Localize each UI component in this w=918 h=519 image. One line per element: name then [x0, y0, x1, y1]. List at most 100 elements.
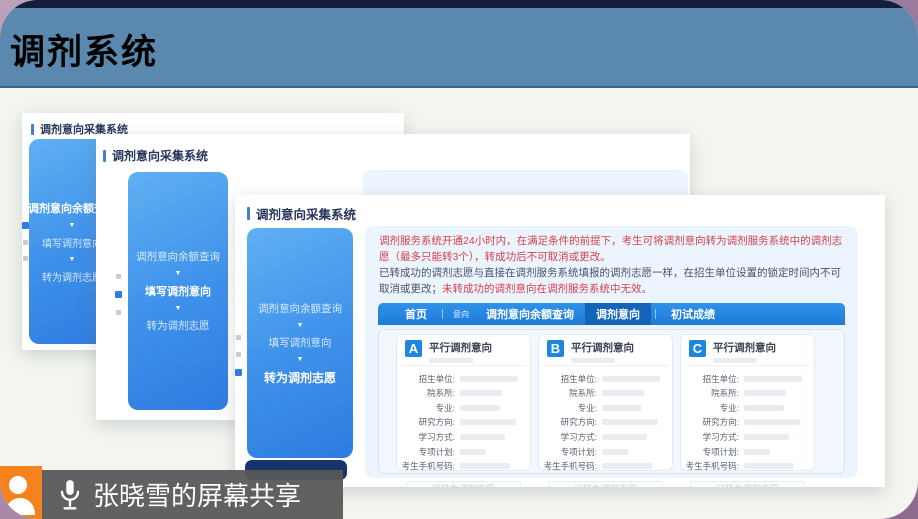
nav-item-adjust-intention[interactable]: 调剂意向	[585, 303, 651, 325]
chevron-down-icon: ▼	[297, 322, 304, 329]
screen-share-banner[interactable]: 张晓雪的屏幕共享	[42, 470, 343, 519]
carousel-dots	[115, 274, 122, 315]
field-label: 考生手机号码:	[397, 460, 455, 472]
sidebar-step-balance-query[interactable]: 调剂意向余额查询	[136, 249, 220, 264]
field-label: 专业:	[681, 402, 739, 414]
shared-screen-slide: 调剂系统 调剂意向采集系统 调剂意向余额查询 ▼ 填写调剂意向 ▼ 转为调剂志愿	[0, 0, 918, 519]
carousel-dot[interactable]	[116, 274, 121, 279]
carousel-dot[interactable]	[236, 335, 241, 340]
main-nav: 首页 意向 调剂意向余额查询 调剂意向 初试成绩	[378, 303, 845, 325]
carousel-dot[interactable]	[116, 310, 121, 315]
field-label: 研究方向:	[397, 416, 455, 428]
carousel-dot[interactable]	[235, 369, 242, 376]
field-value-placeholder	[744, 449, 770, 455]
field-label: 专项计划:	[539, 446, 597, 458]
presenter-avatar[interactable]	[0, 466, 42, 519]
card-letter-badge: A	[405, 340, 422, 357]
field-value-placeholder	[460, 419, 516, 425]
field-label: 专项计划:	[681, 446, 739, 458]
carousel-dot[interactable]	[23, 256, 28, 261]
sidebar-step-convert[interactable]: 转为调剂志愿	[264, 369, 336, 386]
panel-title: 调剂意向采集系统	[247, 204, 885, 223]
nav-divider	[655, 309, 656, 319]
field-value-placeholder	[460, 463, 510, 469]
sidebar-step-fill-intention[interactable]: 填写调剂意向	[42, 235, 102, 250]
sidebar-step-convert[interactable]: 转为调剂志愿	[42, 269, 102, 284]
transferred-button[interactable]: 已转为调剂志愿	[690, 481, 805, 487]
field-label: 专项计划:	[397, 446, 455, 458]
field-label: 专业:	[539, 402, 597, 414]
field-value-placeholder	[460, 405, 500, 411]
nav-item-intention[interactable]: 意向	[447, 303, 475, 325]
field-label: 考生手机号码:	[681, 460, 739, 472]
field-value-placeholder	[602, 419, 658, 425]
field-label: 学习方式:	[539, 431, 597, 443]
field-label: 学习方式:	[397, 431, 455, 443]
field-value-placeholder	[602, 434, 647, 440]
field-label: 考生手机号码:	[539, 460, 597, 472]
field-value-placeholder	[460, 434, 505, 440]
notice-line-1: 调剂服务系统开通24小时内，在满足条件的前提下，考生可将调剂意向转为调剂服务系统…	[379, 233, 844, 265]
placeholder-bar	[429, 358, 473, 363]
step-sidebar: 调剂意向余额查询 ▼ 填写调剂意向 ▼ 转为调剂志愿	[128, 172, 228, 410]
field-value-placeholder	[602, 463, 652, 469]
field-value-placeholder	[460, 376, 518, 382]
sidebar-step-fill-intention[interactable]: 填写调剂意向	[269, 335, 332, 350]
field-value-placeholder	[744, 419, 800, 425]
field-value-placeholder	[744, 434, 789, 440]
field-value-placeholder	[744, 376, 802, 382]
microphone-icon	[57, 479, 83, 511]
sidebar-step-convert[interactable]: 转为调剂志愿	[147, 318, 210, 333]
nav-item-balance-query[interactable]: 调剂意向余额查询	[475, 303, 585, 325]
chevron-down-icon: ▼	[175, 305, 182, 312]
chevron-down-icon: ▼	[297, 356, 304, 363]
card-header: A 平行调剂意向	[401, 335, 526, 366]
field-label: 招生单位:	[681, 373, 739, 385]
intention-card-b: B 平行调剂意向 招生单位: 院系所: 专业: 研究方向: 学习方式:	[538, 334, 673, 471]
chevron-down-icon: ▼	[175, 270, 182, 277]
card-title: 平行调剂意向	[713, 340, 776, 355]
field-label: 研究方向:	[539, 416, 597, 428]
card-header: B 平行调剂意向	[543, 335, 668, 366]
carousel-dot[interactable]	[115, 291, 122, 298]
carousel-dot[interactable]	[236, 352, 241, 357]
panel-title: 调剂意向采集系统	[103, 147, 690, 164]
field-value-placeholder	[460, 390, 502, 396]
field-value-placeholder	[460, 449, 486, 455]
transferred-button[interactable]: 已转为调剂志愿	[406, 481, 521, 487]
intention-cards-container: A 平行调剂意向 招生单位: 院系所: 专业: 研究方向: 学习方式:	[378, 329, 845, 474]
screenshot-panel-step3: 调剂意向采集系统 调剂服务系统开通24小时内，在满足条件的前提下，考生可将调剂意…	[235, 195, 885, 487]
placeholder-bar	[713, 358, 757, 363]
app-header: 调剂系统	[0, 0, 918, 88]
chevron-down-icon: ▼	[69, 222, 76, 229]
chevron-down-icon: ▼	[69, 256, 76, 263]
carousel-dots	[235, 335, 242, 376]
carousel-dot[interactable]	[23, 240, 28, 245]
nav-divider	[442, 309, 443, 319]
placeholder-bar	[571, 358, 615, 363]
field-value-placeholder	[744, 405, 784, 411]
title-accent-bar	[247, 207, 250, 220]
field-label: 院系所:	[681, 387, 739, 399]
sidebar-step-balance-query[interactable]: 调剂意向余额查询	[258, 301, 342, 316]
sidebar-step-fill-intention[interactable]: 填写调剂意向	[145, 283, 211, 299]
person-icon	[3, 471, 39, 515]
field-value-placeholder	[744, 390, 786, 396]
nav-item-exam-score[interactable]: 初试成绩	[660, 303, 726, 325]
nav-item-home[interactable]: 首页	[394, 303, 438, 325]
card-letter-badge: C	[689, 340, 706, 357]
title-accent-bar	[103, 150, 106, 162]
card-fields: 招生单位: 院系所: 专业: 研究方向: 学习方式: 专项计划: 考生手机号码:	[397, 366, 530, 472]
card-title: 平行调剂意向	[571, 340, 634, 355]
transferred-button[interactable]: 已转为调剂志愿	[548, 481, 663, 487]
field-label: 专业:	[397, 402, 455, 414]
card-fields: 招生单位: 院系所: 专业: 研究方向: 学习方式: 专项计划: 考生手机号码:	[539, 366, 672, 472]
field-label: 研究方向:	[681, 416, 739, 428]
field-label: 院系所:	[397, 387, 455, 399]
field-label: 学习方式:	[681, 431, 739, 443]
field-label: 招生单位:	[539, 373, 597, 385]
card-title: 平行调剂意向	[429, 340, 492, 355]
carousel-dot[interactable]	[22, 222, 29, 229]
carousel-dots	[22, 222, 29, 261]
panel-content-area: 调剂服务系统开通24小时内，在满足条件的前提下，考生可将调剂意向转为调剂服务系统…	[365, 226, 858, 478]
